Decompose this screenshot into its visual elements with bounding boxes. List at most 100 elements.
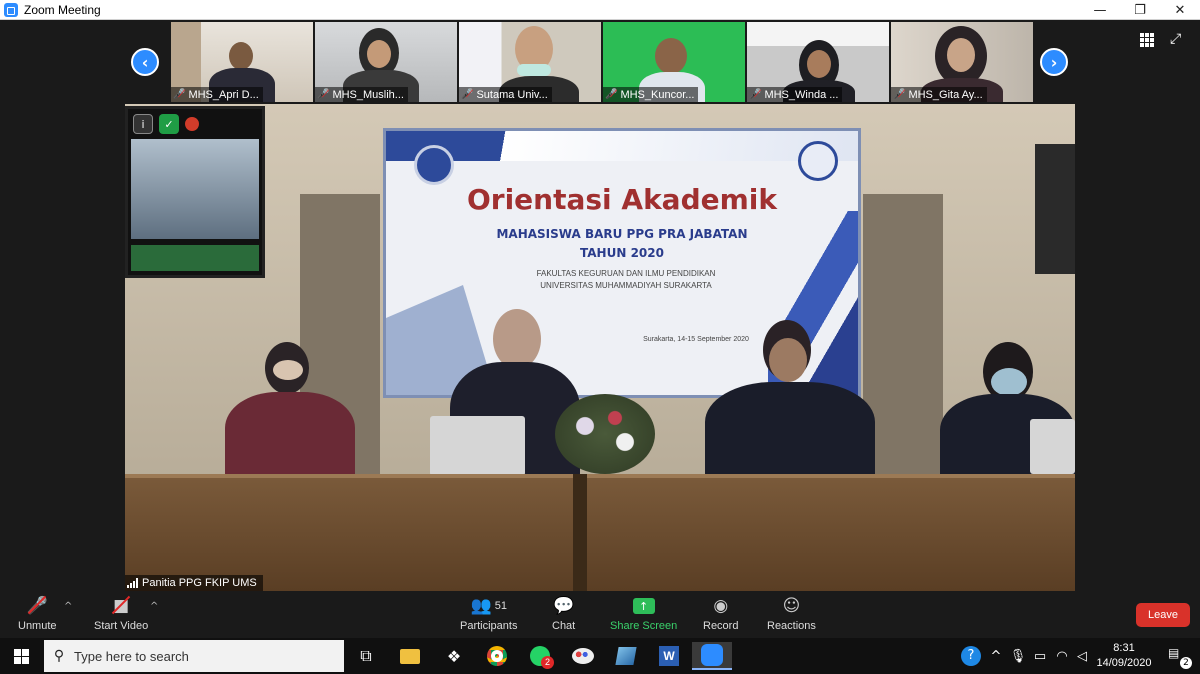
table-divider [573,474,587,591]
microphone-icon: 🎤 [27,595,48,617]
audio-options-caret[interactable]: ^ [64,601,72,612]
participant-figure [655,38,687,74]
share-screen-icon: ↑ [632,595,655,617]
clock-date: 14/09/2020 [1096,657,1152,669]
chrome-icon[interactable] [477,642,517,670]
participant-name: 🎤̸ Sutama Univ... [459,87,552,102]
participant-name-text: Sutama Univ... [476,88,548,101]
share-screen-button[interactable]: ↑ Share Screen [610,595,677,632]
windows-taskbar: ⚲ Type here to search ⧉ ❖ 2 W ? ^ 🎙 ▭ ◠ … [0,638,1200,674]
battery-icon[interactable]: ▭ [1030,638,1050,674]
chevron-left-icon: ‹ [141,52,149,72]
word-icon[interactable]: W [649,642,689,670]
participant-tile[interactable]: 🎤̸ MHS_Muslih... [315,22,457,102]
banner-year: TAHUN 2020 [580,246,664,260]
notes-app-icon[interactable] [606,642,646,670]
unmute-button[interactable]: 🎤 Unmute [18,595,57,632]
window-titlebar: Zoom Meeting — ❐ ✕ [0,0,1200,20]
chat-button[interactable]: 💬 Chat [552,595,575,632]
participant-name-text: MHS_Apri D... [188,88,259,101]
tray-expand-icon[interactable]: ^ [986,638,1006,674]
participant-name: 🎤̸ MHS_Gita Ay... [891,87,987,102]
close-button[interactable]: ✕ [1160,0,1200,20]
fullscreen-icon[interactable]: ⤢ [1170,31,1186,47]
gallery-next-button[interactable]: › [1040,48,1068,76]
monitor-screen: i ✓ [125,106,265,278]
participant-strip: 🎤̸ MHS_Apri D... 🎤̸ MHS_Muslih... 🎤̸ Sutama… [171,22,1033,102]
system-clock[interactable]: 8:31 14/09/2020 [1094,641,1154,671]
participant-name-text: MHS_Muslih... [332,88,404,101]
meeting-stage: ‹ › 🎤̸ MHS_Apri D... 🎤̸ MHS_Muslih... 🎤̸ Su… [0,21,1200,591]
mic-muted-icon: 🎤̸ [605,89,618,100]
start-video-label: Start Video [94,620,149,632]
university-logo [414,145,454,185]
microphone-tray-icon[interactable]: 🎙 [1008,638,1028,674]
participant-name: 🎤̸ MHS_Apri D... [171,87,263,102]
zoom-app-icon [4,2,18,17]
participant-name-text: MHS_Winda ... [764,88,839,101]
file-explorer-icon[interactable] [390,642,430,670]
participant-name: 🎤̸ MHS_Muslih... [315,87,408,102]
minimize-button[interactable]: — [1080,0,1120,20]
meeting-toolbar: 🎤 Unmute ^ ■ Start Video ^ 👥51 Participa… [0,591,1200,638]
participant-tile[interactable]: 🎤̸ Sutama Univ... [459,22,601,102]
mic-muted-icon: 🎤̸ [893,89,906,100]
participant-figure [947,38,975,72]
active-speaker-video: i ✓ Orientasi Akademik MAHASISWA BARU PP… [125,104,1075,591]
participant-tile[interactable]: 🎤̸ MHS_Kuncor... [603,22,745,102]
record-icon: ◉ [713,596,729,616]
dropbox-icon[interactable]: ❖ [434,642,474,670]
gallery-prev-button[interactable]: ‹ [131,48,159,76]
window-title: Zoom Meeting [24,2,101,17]
zoom-taskbar-icon[interactable] [692,642,732,670]
mic-muted-icon: 🎤̸ [749,89,762,100]
record-button[interactable]: ◉ Record [703,595,738,632]
start-button[interactable] [0,638,42,674]
maximize-button[interactable]: ❐ [1120,0,1160,20]
video-options-caret[interactable]: ^ [150,601,158,612]
notification-count: 2 [1180,657,1192,669]
shield-icon: ✓ [159,114,179,134]
notifications-icon[interactable]: ▤ 2 [1168,646,1192,669]
participants-button[interactable]: 👥 51 Participants [460,595,517,632]
active-speaker-label: Panitia PPG FKIP UMS [125,575,263,591]
info-icon: i [133,114,153,134]
active-speaker-name: Panitia PPG FKIP UMS [142,577,257,589]
face-mask [517,64,551,76]
whatsapp-icon[interactable]: 2 [520,642,560,670]
leave-button[interactable]: Leave [1136,603,1190,627]
banner-faculty: FAKULTAS KEGURUAN DAN ILMU PENDIDIKAN [536,269,716,278]
participant-name-text: MHS_Gita Ay... [908,88,983,101]
help-icon[interactable]: ? [958,638,984,674]
search-icon: ⚲ [53,648,65,664]
gallery-view-icon[interactable] [1140,33,1154,47]
taskbar-search[interactable]: ⚲ Type here to search [44,640,344,672]
whatsapp-badge: 2 [541,656,554,669]
participant-tile[interactable]: 🎤̸ MHS_Apri D... [171,22,313,102]
task-view-icon[interactable]: ⧉ [346,642,386,670]
chat-label: Chat [552,620,576,632]
ministry-logo [798,141,838,181]
participant-tile[interactable]: 🎤̸ MHS_Winda ... [747,22,889,102]
participant-figure [367,40,391,68]
banner-decoration [386,131,858,161]
wifi-icon[interactable]: ◠ [1052,638,1072,674]
participant-tile[interactable]: 🎤̸ MHS_Gita Ay... [891,22,1033,102]
paint-icon[interactable] [563,642,603,670]
volume-icon[interactable]: ◁ [1072,638,1092,674]
banner-date: Surakarta, 14-15 September 2020 [643,336,749,343]
video-camera-icon: ■ [111,595,131,617]
windows-logo-icon [13,648,29,664]
mic-muted-icon: 🎤̸ [317,89,330,100]
conference-table [125,474,1075,591]
banner-university: UNIVERSITAS MUHAMMADIYAH SURAKARTA [540,281,712,290]
monitor-toolbar [131,245,259,271]
participant-name-text: MHS_Kuncor... [620,88,695,101]
monitor-image [131,139,259,239]
banner-subtitle: MAHASISWA BARU PPG PRA JABATAN [496,227,748,241]
start-video-button[interactable]: ■ Start Video [94,595,148,632]
chevron-right-icon: › [1050,52,1058,72]
record-label: Record [703,620,739,632]
chat-icon: 💬 [553,596,575,616]
reactions-button[interactable]: ☺ Reactions [767,595,816,632]
